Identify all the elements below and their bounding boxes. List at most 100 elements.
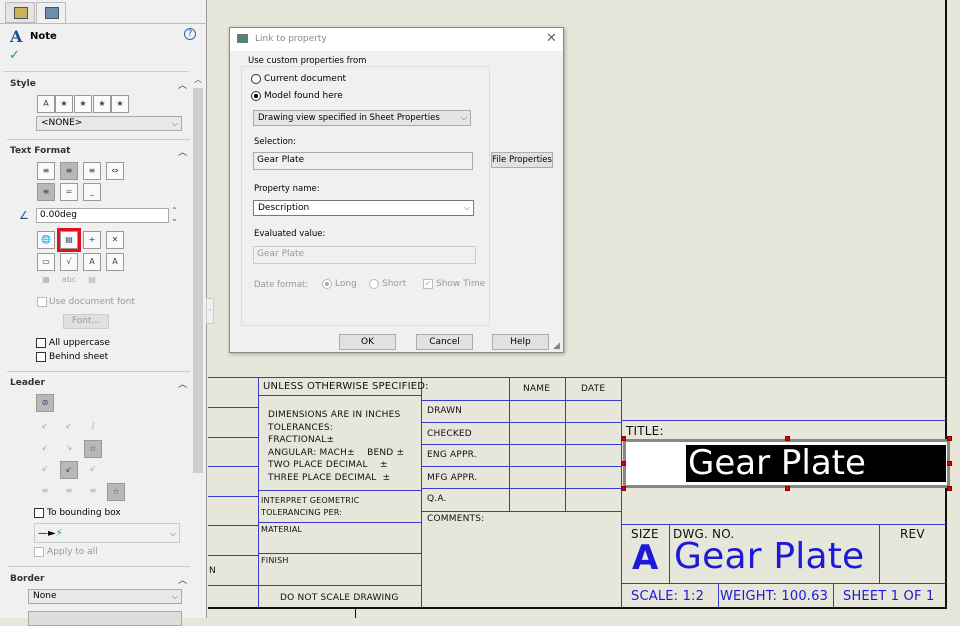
align-center-icon[interactable]: ≡ <box>60 162 78 180</box>
panel-resize-handle[interactable]: ◦ <box>206 298 214 324</box>
apply-style-icon[interactable]: A <box>37 95 55 113</box>
leader-middle-icon[interactable]: ≡ <box>60 483 78 501</box>
style-select[interactable]: <NONE> ⌵ <box>36 116 182 131</box>
title-block-line <box>208 437 258 438</box>
resize-grip-icon[interactable]: ◢ <box>553 341 560 351</box>
justify-icon[interactable]: ⇔ <box>106 162 124 180</box>
add-symbol-icon[interactable]: + <box>83 231 101 249</box>
resize-handle[interactable] <box>621 486 626 491</box>
align-top-icon[interactable]: ≡ <box>37 183 55 201</box>
font-button[interactable]: Font... <box>63 314 109 329</box>
property-name-select[interactable]: Description ⌵ <box>253 200 474 216</box>
title-block-line <box>208 555 258 556</box>
insert-surface-finish-icon[interactable]: √ <box>60 253 78 271</box>
size-value: A <box>632 538 659 578</box>
border-style-select[interactable]: None ⌵ <box>28 589 182 604</box>
leader-straight-x-icon[interactable]: ↙ <box>36 461 54 479</box>
leader-underline-x-icon[interactable]: ↙ <box>84 461 102 479</box>
leader-straight-icon[interactable]: ↙ <box>36 418 54 436</box>
behind-sheet-checkbox[interactable] <box>36 352 46 362</box>
border-size-select[interactable] <box>28 611 182 626</box>
sheet-zone-mark <box>355 609 356 618</box>
load-style-icon[interactable]: ★ <box>111 95 129 113</box>
ok-button[interactable]: OK <box>339 334 396 350</box>
insert-geometric-tolerance-icon[interactable]: ▭ <box>37 253 55 271</box>
leader-nearest-attach-icon[interactable]: ☆ <box>107 483 125 501</box>
property-manager-panel: A Note ? ✓ Style ︿ A ★ ★ ★ ★ <NONE> ⌵ Tex… <box>0 0 207 626</box>
lock-unlock-note-icon[interactable]: ✕ <box>106 231 124 249</box>
scrollbar-thumb[interactable] <box>193 88 203 473</box>
title-value[interactable]: Gear Plate <box>686 445 946 482</box>
short-date-radio[interactable] <box>369 279 379 289</box>
model-found-here-radio[interactable] <box>251 91 261 101</box>
angle-spinner[interactable]: ⌃ ⌄ <box>171 207 178 223</box>
collapse-border-icon[interactable]: ︿ <box>178 573 187 586</box>
tab-property-manager[interactable] <box>36 2 66 23</box>
no-leader-icon[interactable]: ⊘ <box>36 394 54 412</box>
cancel-button[interactable]: Cancel <box>416 334 473 350</box>
leader-bottom-icon[interactable]: ≡ <box>84 483 102 501</box>
add-stack-icon[interactable]: A <box>106 253 124 271</box>
link-to-property-icon[interactable]: ▤ <box>57 228 81 252</box>
title-note-selected[interactable]: Gear Plate <box>623 439 950 488</box>
insert-datum-feature-icon[interactable]: A <box>83 253 101 271</box>
collapse-style-icon[interactable]: ︿ <box>178 78 187 91</box>
weight-value: WEIGHT: 100.63 <box>720 589 829 604</box>
leader-spline-icon[interactable]: ∫ <box>84 418 102 436</box>
ok-checkmark-icon[interactable]: ✓ <box>9 48 20 63</box>
delete-style-icon[interactable]: ★ <box>74 95 92 113</box>
add-style-icon[interactable]: ★ <box>55 95 73 113</box>
leader-nearest-icon[interactable]: ☆ <box>84 440 102 458</box>
title-block-line <box>208 525 258 526</box>
collapse-leader-icon[interactable]: ︿ <box>178 377 187 390</box>
fractional-tolerance: FRACTIONAL± <box>268 435 335 445</box>
title-block-line <box>258 377 259 607</box>
align-bottom-icon[interactable]: _ <box>83 183 101 201</box>
group-label: Use custom properties from <box>246 56 369 66</box>
all-uppercase-checkbox[interactable] <box>36 338 46 348</box>
dialog-titlebar[interactable]: Link to property ✕ <box>230 28 563 51</box>
panel-title: Note <box>30 31 57 42</box>
title-block-line <box>833 583 834 607</box>
help-button[interactable]: Help <box>492 334 549 350</box>
apply-to-all-checkbox[interactable] <box>34 547 44 557</box>
file-properties-button[interactable]: File Properties <box>491 152 553 168</box>
leader-right-icon[interactable]: ↘ <box>60 440 78 458</box>
long-date-radio[interactable] <box>322 279 332 289</box>
align-middle-icon[interactable]: = <box>60 183 78 201</box>
tab-feature-manager[interactable] <box>5 2 35 23</box>
use-document-font-checkbox[interactable] <box>37 297 47 307</box>
name-header: NAME <box>523 384 551 394</box>
show-time-checkbox[interactable]: ✓ <box>423 279 433 289</box>
scroll-up-icon[interactable]: ︿ <box>194 74 202 85</box>
resize-handle[interactable] <box>947 461 952 466</box>
leader-left-icon[interactable]: ↙ <box>36 440 54 458</box>
angle-input[interactable]: 0.00deg <box>36 208 169 223</box>
resize-handle[interactable] <box>621 436 626 441</box>
current-document-radio[interactable] <box>251 74 261 84</box>
help-icon[interactable]: ? <box>184 28 196 40</box>
to-bounding-box-checkbox[interactable] <box>34 508 44 518</box>
leader-top-icon[interactable]: ≡ <box>36 483 54 501</box>
save-style-icon[interactable]: ★ <box>93 95 111 113</box>
leader-bent-x-icon[interactable]: ↙ <box>60 461 78 479</box>
resize-handle[interactable] <box>947 486 952 491</box>
close-icon[interactable]: ✕ <box>546 31 557 46</box>
three-place-tolerance: THREE PLACE DECIMAL ± <box>268 473 391 483</box>
resize-handle[interactable] <box>621 461 626 466</box>
chevron-down-icon: ⌵ <box>171 119 178 128</box>
resize-handle[interactable] <box>785 486 790 491</box>
date-format-label: Date format: <box>254 280 309 290</box>
resize-handle[interactable] <box>947 436 952 441</box>
model-source-select[interactable]: Drawing view specified in Sheet Properti… <box>253 110 471 126</box>
arrow-style-select[interactable]: —►⚡ ⌵ <box>34 523 180 543</box>
scale-value: SCALE: 1:2 <box>631 589 705 604</box>
leader-bent-icon[interactable]: ↙ <box>60 418 78 436</box>
hyperlink-icon[interactable]: 🌐 <box>37 231 55 249</box>
title-block-line <box>258 522 421 523</box>
resize-handle[interactable] <box>785 436 790 441</box>
align-right-icon[interactable]: ≡ <box>83 162 101 180</box>
selection-field[interactable]: Gear Plate <box>253 152 473 170</box>
align-left-icon[interactable]: ≡ <box>37 162 55 180</box>
collapse-text-format-icon[interactable]: ︿ <box>178 145 187 158</box>
